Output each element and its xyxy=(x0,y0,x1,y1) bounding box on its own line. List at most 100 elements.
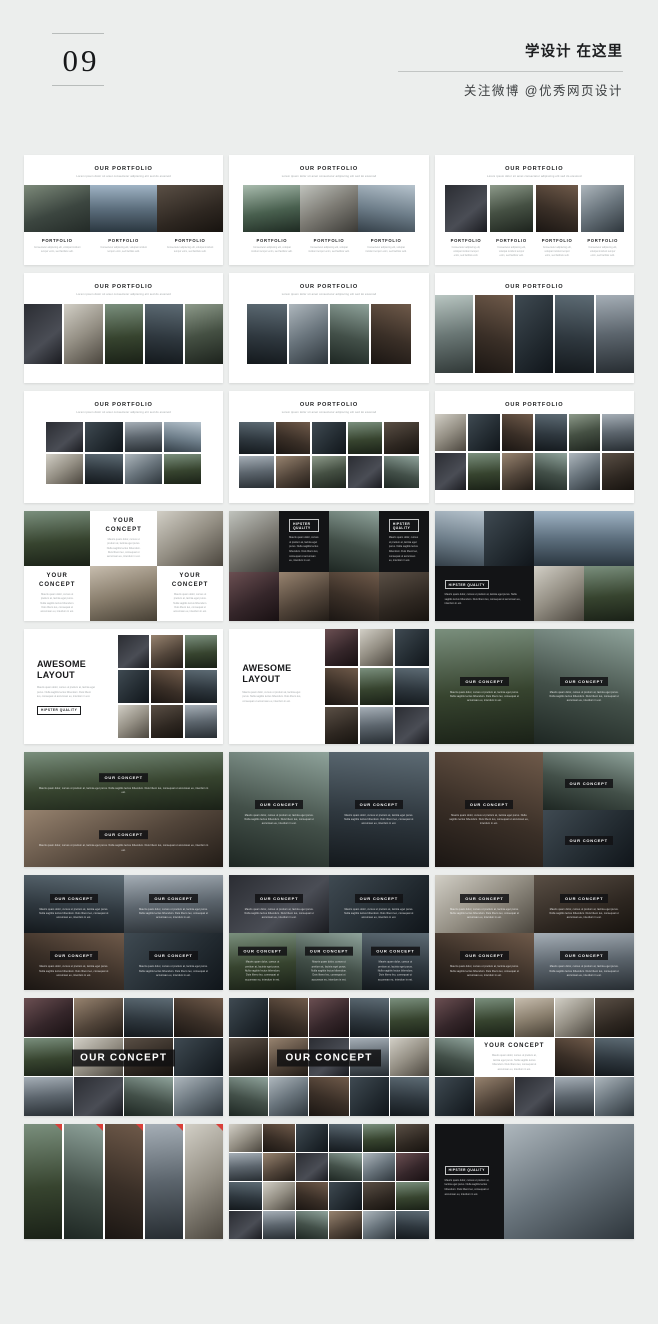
photo-tile xyxy=(434,1077,474,1116)
overlay-label: OUR CONCEPT Mauris quam dolor, cursus ut… xyxy=(435,944,535,978)
photo-tile xyxy=(568,453,601,490)
photo-tile xyxy=(124,998,174,1037)
slide-thumbnail[interactable]: OUR PORTFOLIO Lorem ipsum dolor sit amet… xyxy=(24,273,224,383)
overlay-chip: OUR CONCEPT xyxy=(460,676,509,686)
caption-body: Consectetur adipiscing elit, volutpat in… xyxy=(166,246,214,254)
overlay-body: Mauris quam dolor, cursus ut pretium at,… xyxy=(344,907,414,920)
corner-accent-icon xyxy=(135,1124,143,1131)
slide-row: OUR CONCEPT OUR CONCEPT YOUR CONCEPT Mau… xyxy=(24,998,634,1116)
photo-tile xyxy=(117,635,150,668)
photo-tile xyxy=(468,414,500,451)
photo-tile xyxy=(247,304,287,365)
slide-thumbnail[interactable]: OUR CONCEPT Mauris quam dolor, cursus ut… xyxy=(434,752,634,867)
slide-thumbnail[interactable]: YOUR CONCEPT Mauris quam dolor, cursus u… xyxy=(434,998,634,1116)
photo-tile xyxy=(262,1182,296,1210)
slide-thumbnail[interactable]: OUR CONCEPT Mauris quam dolor, cursus ut… xyxy=(434,629,634,744)
slide-thumbnail[interactable]: OUR PORTFOLIO Lorem ipsum dolor sit amet… xyxy=(434,155,634,265)
photo-tile xyxy=(389,1077,429,1116)
slide-thumbnail[interactable] xyxy=(24,1124,224,1239)
slide-thumbnail[interactable] xyxy=(229,1124,429,1239)
photo-tile xyxy=(124,454,162,485)
slide-thumbnail[interactable]: OUR PORTFOLIO Lorem ipsum dolor sit amet… xyxy=(24,391,224,503)
photo-tile xyxy=(594,1037,634,1077)
photo-tile xyxy=(185,1124,224,1239)
photo-tile xyxy=(328,511,379,572)
slide-thumbnail[interactable]: OUR PORTFOLIO Lorem ipsum dolor sit amet… xyxy=(24,155,224,265)
photo-tile xyxy=(602,414,634,451)
photo-tile: OUR CONCEPT Mauris quam dolor, cursus ut… xyxy=(534,629,634,744)
slide-thumbnail[interactable]: AWESOME LAYOUT Mauris quam dolor, cursus… xyxy=(24,629,224,744)
status-badge: HIPSTER QUALITY xyxy=(388,519,419,532)
page-number-rule-bottom xyxy=(52,85,104,86)
overlay-label: OUR CONCEPT Mauris quam dolor, cursus ut… xyxy=(534,944,634,978)
photo-tile xyxy=(229,1077,269,1116)
photo-tile xyxy=(163,422,202,453)
status-badge: HIPSTER QUALITY xyxy=(444,580,489,590)
panel-body: Mauris quam dolor, cursus ut pretium at,… xyxy=(444,1178,490,1196)
overlay-label: OUR CONCEPT xyxy=(543,829,634,847)
slide-thumbnail[interactable]: OUR CONCEPT Mauris quam dolor, cursus ut… xyxy=(24,875,224,990)
overlay-label: OUR CONCEPT Mauris quam dolor, cursus ut… xyxy=(24,823,223,853)
slide-thumbnail[interactable]: OUR CONCEPT xyxy=(229,998,429,1116)
slide-thumbnail[interactable]: HIPSTER QUALITY Mauris quam dolor, cursu… xyxy=(229,511,429,621)
photo-tile xyxy=(64,304,103,365)
photo-tile xyxy=(501,414,534,451)
headline-line2: LAYOUT xyxy=(37,669,75,680)
slide-thumbnail[interactable]: OUR PORTFOLIO Lorem ipsum dolor sit amet… xyxy=(229,155,429,265)
photo-tile xyxy=(568,414,601,451)
page-header: 09 学设计 在这里 关注微博 @优秀网页设计 xyxy=(0,0,658,155)
overlay-label: OUR CONCEPT Mauris quam dolor, cursus ut… xyxy=(329,887,429,921)
slide-thumbnail[interactable]: OUR CONCEPT xyxy=(24,998,224,1116)
photo-tile xyxy=(581,185,624,233)
caption-title: PORTFOLIO xyxy=(587,238,619,244)
photo-tile xyxy=(309,998,349,1037)
photo-tile xyxy=(328,571,379,621)
photo-tile xyxy=(156,511,224,566)
photo-tile xyxy=(349,1077,389,1116)
overlay-body: Mauris quam dolor, cursus ut pretium at,… xyxy=(39,965,109,977)
slide-thumbnail[interactable]: OUR CONCEPT Mauris quam dolor, cursus ut… xyxy=(229,752,429,867)
photo-tile xyxy=(554,998,594,1037)
slide-thumbnail[interactable]: OUR PORTFOLIO xyxy=(434,391,634,503)
photo-tile xyxy=(554,1037,594,1077)
slide-thumbnail[interactable]: HIPSTER QUALITY Mauris quam dolor, cursu… xyxy=(434,1124,634,1239)
overlay-body: Mauris quam dolor, cursus ut pretium at,… xyxy=(138,965,209,977)
photo-tile xyxy=(229,511,280,572)
photo-tile xyxy=(124,1077,174,1116)
slide-thumbnail[interactable]: AWESOME LAYOUT Mauris quam dolor, cursus… xyxy=(229,629,429,744)
caption-body: Consectetur adipiscing elit, volutpat in… xyxy=(497,246,526,258)
photo-tile xyxy=(595,295,634,373)
slide-thumbnail[interactable]: HIPSTER QUALITY Mauris quam dolor, cursu… xyxy=(434,511,634,621)
photo-tile: OUR CONCEPT xyxy=(543,809,634,867)
overlay-chip: OUR CONCEPT xyxy=(49,951,98,961)
slide-thumbnail[interactable]: OUR CONCEPT Mauris quam dolor, cursus ut… xyxy=(24,752,224,867)
card-body: Mauris quam dolor, cursus ut pretium at,… xyxy=(40,592,75,614)
slide-thumbnail[interactable]: OUR PORTFOLIO Lorem ipsum dolor sit amet… xyxy=(229,391,429,503)
overlay-label: OUR CONCEPT Mauris quam dolor, cursus ut… xyxy=(435,887,535,921)
slide-thumbnail[interactable]: OUR PORTFOLIO xyxy=(434,273,634,383)
photo-tile xyxy=(275,422,310,455)
slide-thumbnail[interactable]: OUR CONCEPT Mauris quam dolor, cursus ut… xyxy=(229,875,429,990)
caption-body: Consectetur adipiscing elit, volutpat in… xyxy=(308,246,350,254)
photo-tile: OUR CONCEPT Mauris quam dolor, cursus ut… xyxy=(434,875,535,933)
photo-tile xyxy=(275,456,310,489)
overlay-chip: OUR CONCEPT xyxy=(559,951,609,961)
brand-divider xyxy=(398,71,623,73)
photo-tile xyxy=(24,304,63,365)
overlay-label: OUR CONCEPT Mauris quam dolor, cursus ut… xyxy=(329,793,429,827)
photo-tile xyxy=(229,1182,262,1210)
slide-thumbnail[interactable]: YOUR CONCEPT Mauris quam dolor, cursus u… xyxy=(24,511,224,621)
photo-tile xyxy=(348,422,383,455)
photo-tile xyxy=(243,185,301,233)
photo-tile: OUR CONCEPT Mauris quam dolor, cursus ut… xyxy=(229,875,329,933)
slide-thumbnail[interactable]: OUR PORTFOLIO Lorem ipsum dolor sit amet… xyxy=(229,273,429,383)
card-title-line1: YOUR xyxy=(179,573,201,580)
photo-tile xyxy=(85,454,123,485)
slide-thumbnail[interactable]: OUR CONCEPT Mauris quam dolor, cursus ut… xyxy=(434,875,634,990)
headline-line1: AWESOME xyxy=(242,663,292,673)
hipster-quality-button[interactable]: HIPSTER QUALITY xyxy=(37,705,82,715)
slide-title: OUR PORTFOLIO xyxy=(505,166,564,172)
photo-tile xyxy=(269,1077,309,1116)
photo-tile xyxy=(104,1124,143,1239)
photo-tile xyxy=(144,304,184,365)
